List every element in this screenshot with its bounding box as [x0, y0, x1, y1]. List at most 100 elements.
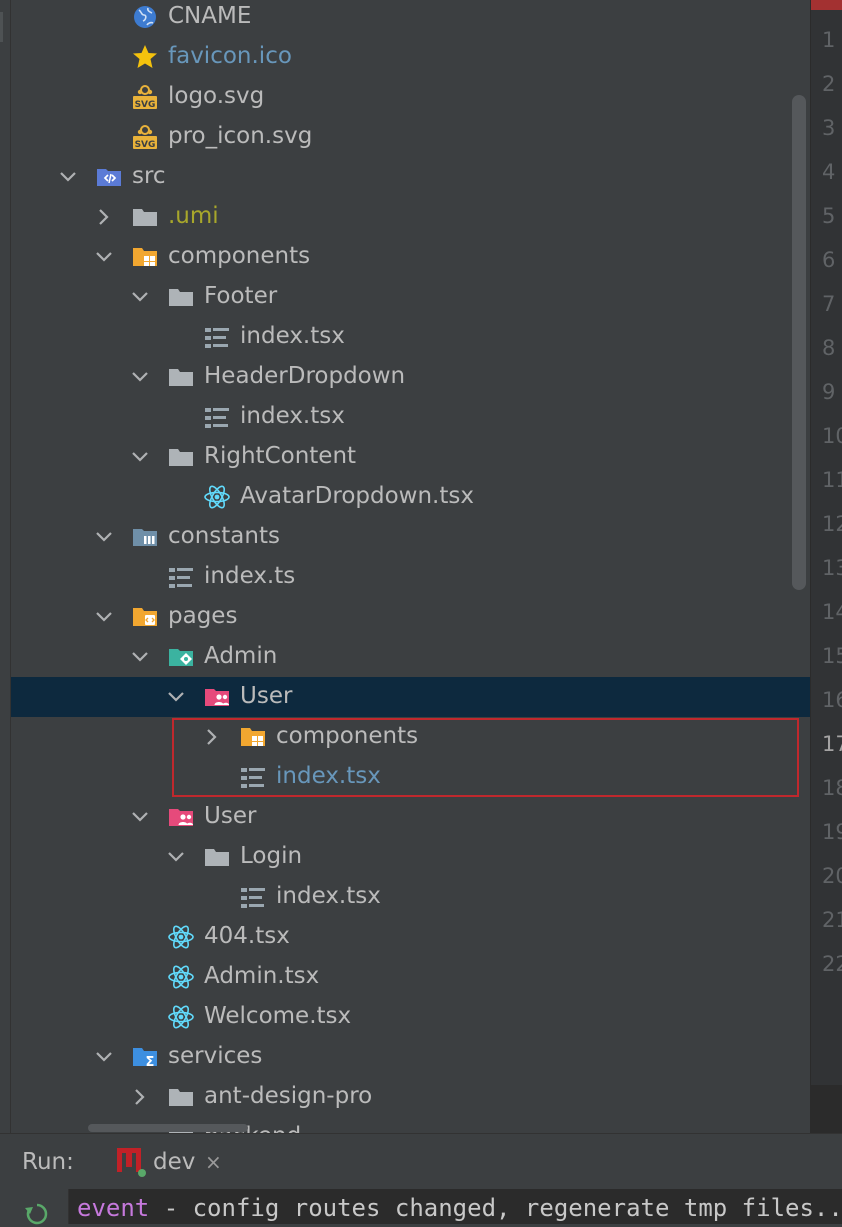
tree-file-cname[interactable]: CNAME — [11, 0, 810, 37]
chevron-down-icon[interactable] — [130, 647, 150, 667]
editor-tab-marker — [811, 0, 842, 10]
tool-strip-marker — [0, 12, 3, 42]
run-tab-dev[interactable]: dev — [153, 1144, 195, 1180]
folder-icon — [169, 289, 193, 306]
tree-folder-login[interactable]: Login — [11, 837, 810, 877]
tree-file-pro-icon-svg[interactable]: SVG pro_icon.svg — [11, 117, 810, 157]
react-icon — [168, 1005, 194, 1029]
line-number: 15 — [822, 644, 842, 668]
tree-item-label: Admin.tsx — [204, 963, 320, 989]
chevron-down-icon[interactable] — [94, 1047, 114, 1067]
line-number: 2 — [822, 72, 836, 96]
tree-folder-headerdropdown[interactable]: HeaderDropdown — [11, 357, 810, 397]
tree-folder-src[interactable]: src — [11, 157, 810, 197]
line-number: 10 — [822, 424, 842, 448]
line-number: 9 — [822, 380, 836, 404]
tree-folder-user[interactable]: User — [11, 677, 810, 717]
tree-file-admin-tsx[interactable]: Admin.tsx — [11, 957, 810, 997]
services-folder-icon: Σ — [133, 1048, 157, 1070]
tree-file-logo-svg[interactable]: SVG logo.svg — [11, 77, 810, 117]
tree-folder-pages[interactable]: pages — [11, 597, 810, 637]
chevron-down-icon[interactable] — [130, 287, 150, 307]
chevron-right-icon[interactable] — [94, 207, 114, 227]
tree-item-label: Footer — [204, 283, 278, 309]
horizontal-scrollbar-thumb[interactable] — [88, 1124, 248, 1132]
line-number: 22 — [822, 952, 842, 976]
svg-file-icon: SVG — [133, 85, 157, 110]
chevron-down-icon[interactable] — [130, 367, 150, 387]
npm-icon — [117, 1148, 146, 1177]
tree-item-label: CNAME — [168, 3, 252, 29]
tree-folder-user[interactable]: User — [11, 797, 810, 837]
tree-file-index-tsx[interactable]: index.tsx — [11, 877, 810, 917]
tree-item-label: favicon.ico — [168, 43, 292, 69]
user-folder-icon — [205, 689, 229, 706]
chevron-down-icon[interactable] — [94, 247, 114, 267]
tree-file-404-tsx[interactable]: 404.tsx — [11, 917, 810, 957]
chevron-down-icon[interactable] — [130, 447, 150, 467]
console-keyword: event — [77, 1194, 150, 1222]
chevron-down-icon[interactable] — [166, 847, 186, 867]
user-folder-icon — [169, 809, 193, 826]
tree-item-label: Login — [240, 843, 303, 869]
tsx-file-icon — [205, 328, 229, 348]
tsx-file-icon — [241, 888, 265, 908]
chevron-down-icon[interactable] — [166, 687, 186, 707]
line-number: 7 — [822, 292, 836, 316]
tree-item-label: index.tsx — [240, 323, 345, 349]
tree-folder-umi[interactable]: .umi — [11, 197, 810, 237]
line-number: 11 — [822, 468, 842, 492]
line-number: 8 — [822, 336, 836, 360]
tree-file-index-tsx[interactable]: index.tsx — [11, 317, 810, 357]
tree-file-index-tsx[interactable]: index.tsx — [11, 397, 810, 437]
tsx-file-icon — [169, 568, 193, 588]
tree-item-label: Admin — [204, 643, 278, 669]
tree-item-label: User — [204, 803, 257, 829]
tree-folder-admin[interactable]: Admin — [11, 637, 810, 677]
chevron-right-icon[interactable] — [130, 1087, 150, 1107]
rerun-icon[interactable] — [24, 1201, 50, 1227]
left-tool-strip — [0, 0, 11, 1133]
tree-folder-constants[interactable]: constants — [11, 517, 810, 557]
tree-item-label: Welcome.tsx — [204, 1003, 352, 1029]
tree-item-label: logo.svg — [168, 83, 265, 109]
line-number: 3 — [822, 116, 836, 140]
tree-folder-rightcontent[interactable]: RightContent — [11, 437, 810, 477]
console-output-line: event - config routes changed, regenerat… — [77, 1193, 842, 1223]
line-number: 20 — [822, 864, 842, 888]
tree-file-index-ts[interactable]: index.ts — [11, 557, 810, 597]
chevron-down-icon[interactable] — [58, 167, 78, 187]
tree-folder-services[interactable]: Σservices — [11, 1037, 810, 1077]
run-title: Run: — [22, 1149, 74, 1175]
tree-folder-ant-design-pro[interactable]: ant-design-pro — [11, 1077, 810, 1117]
svg-text:SVG: SVG — [135, 100, 156, 110]
svg-text:Σ: Σ — [146, 1055, 155, 1070]
line-number: 16 — [822, 688, 842, 712]
tree-item-label: src — [132, 163, 166, 189]
console-message: - config routes changed, regenerate tmp … — [149, 1194, 842, 1222]
line-number: 13 — [822, 556, 842, 580]
tree-scrollbar-thumb[interactable] — [792, 95, 806, 590]
line-number: 5 — [822, 204, 836, 228]
tree-item-label: User — [240, 683, 293, 709]
constants-folder-icon — [133, 529, 157, 546]
star-icon — [133, 45, 157, 68]
project-tree[interactable]: CNAME favicon.ico SVG logo.svg SVG pro_icon.s… — [11, 0, 810, 1133]
tree-item-label: services — [168, 1043, 263, 1069]
chevron-down-icon[interactable] — [94, 527, 114, 547]
chevron-down-icon[interactable] — [130, 807, 150, 827]
tree-file-avatardropdown-tsx[interactable]: AvatarDropdown.tsx — [11, 477, 810, 517]
svg-text:SVG: SVG — [135, 140, 156, 150]
run-tool-window-header: Run: dev × — [0, 1133, 842, 1190]
tree-item-label: .umi — [168, 203, 219, 229]
tree-folder-footer[interactable]: Footer — [11, 277, 810, 317]
tree-file-welcome-tsx[interactable]: Welcome.tsx — [11, 997, 810, 1037]
run-console[interactable]: event - config routes changed, regenerat… — [0, 1189, 842, 1227]
tree-item-label: constants — [168, 523, 280, 549]
tree-file-favicon-ico[interactable]: favicon.ico — [11, 37, 810, 77]
close-icon[interactable]: × — [205, 1148, 222, 1176]
react-icon — [204, 485, 230, 509]
tree-item-label: index.ts — [204, 563, 296, 589]
chevron-down-icon[interactable] — [94, 607, 114, 627]
tree-folder-components[interactable]: components — [11, 237, 810, 277]
